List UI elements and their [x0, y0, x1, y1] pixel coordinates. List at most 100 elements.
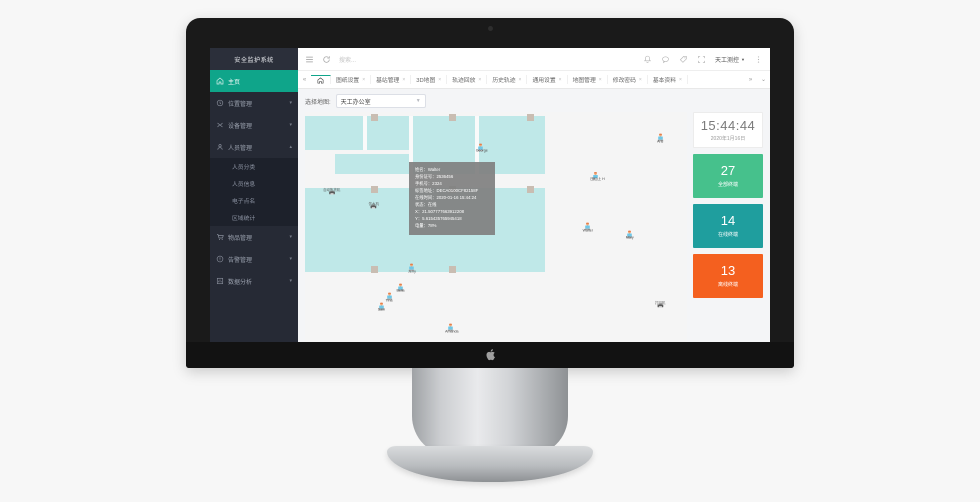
sidebar-item-7[interactable]: 数据分析 ▾ — [210, 270, 298, 292]
brand-title: 安全监护系统 — [210, 48, 298, 70]
close-icon[interactable]: × — [478, 77, 481, 83]
map-select-dropdown[interactable]: 天工办公室 ▼ — [335, 94, 426, 108]
tag-icon[interactable] — [679, 55, 688, 64]
tooltip-row-4: 标签地址：DECA0100CF82158F — [415, 187, 479, 193]
desktop-scene: 安全监护系统 主页 位置管理 ▾ 设备管理 ▾ 人员管理 ▴ 人员分类 人员信息 电子点名 区域统计… — [0, 0, 980, 502]
sidebar-subitem-1[interactable]: 人员分类 — [210, 158, 298, 175]
person-marker[interactable]: Mary — [625, 226, 635, 239]
close-icon[interactable]: × — [639, 77, 642, 83]
chevron-down-icon: ▼ — [415, 98, 421, 104]
stat-card-1[interactable]: 27 全部终端 — [693, 154, 763, 198]
map-room — [367, 116, 409, 150]
close-icon[interactable]: × — [559, 77, 562, 83]
sidebar-subitem-4[interactable]: 区域统计 — [210, 209, 298, 226]
sidebar-item-2[interactable]: 位置管理 ▾ — [210, 92, 298, 114]
stat-cards: 27 全部终端 14 在线终端 13 离线终端 — [693, 154, 763, 298]
device-marker[interactable]: 自动售货机 — [323, 182, 341, 195]
top-toolbar: 搜索... 天工测控 ▼ — [298, 48, 770, 71]
stat-label: 全部终端 — [717, 182, 738, 188]
sidebar-item-label: 位置管理 — [228, 101, 253, 108]
bell-icon[interactable] — [643, 55, 652, 64]
cart-icon — [217, 234, 224, 241]
main-area: 搜索... 天工测控 ▼ « 图纸设置 × 基站管理 × 3D地图 × 轨迹回放… — [298, 48, 770, 358]
sidebar-item-4[interactable]: 人员管理 ▴ — [210, 136, 298, 158]
more-vertical-icon[interactable] — [754, 55, 763, 64]
hamburger-icon[interactable] — [305, 55, 314, 64]
monitor-screen: 安全监护系统 主页 位置管理 ▾ 设备管理 ▾ 人员管理 ▴ 人员分类 人员信息 电子点名 区域统计… — [210, 48, 770, 358]
person-marker[interactable]: 田仁上 H — [590, 167, 605, 182]
double-right-icon[interactable]: » — [744, 77, 757, 83]
tab-home[interactable] — [311, 75, 331, 84]
stat-value: 13 — [720, 263, 736, 278]
person-marker-label: Jerry — [407, 268, 416, 273]
monitor-stand-neck — [412, 368, 568, 456]
sidebar-item-label: 物品管理 — [228, 235, 253, 242]
message-icon[interactable] — [661, 55, 670, 64]
device-marker[interactable]: 打印机 — [655, 295, 666, 308]
chart-icon — [216, 277, 224, 285]
close-icon[interactable]: × — [679, 77, 682, 83]
tab-1[interactable]: 图纸设置 × — [331, 75, 372, 84]
sidebar-item-5[interactable]: 物品管理 ▾ — [210, 226, 298, 248]
device-marker-label: 饮水机 — [368, 202, 379, 207]
person-marker-label: Amanda — [445, 329, 459, 334]
sidebar-subitem-2[interactable]: 人员信息 — [210, 175, 298, 192]
sidebar-item-3[interactable]: 设备管理 ▾ — [210, 114, 298, 136]
close-icon[interactable]: × — [362, 77, 365, 83]
tab-label: 轨迹回放 — [452, 78, 476, 84]
sidebar-item-label: 数据分析 — [228, 279, 253, 286]
sidebar-item-6[interactable]: 告警管理 ▾ — [210, 248, 298, 270]
tab-8[interactable]: 修改密码 × — [608, 75, 648, 84]
person-marker[interactable]: Aris — [655, 129, 665, 143]
clock-time: 15:44:44 — [700, 118, 756, 133]
person-marker[interactable]: Amanda — [445, 320, 459, 334]
tab-4[interactable]: 轨迹回放 × — [447, 75, 488, 84]
device-marker[interactable]: 饮水机 — [368, 196, 379, 209]
person-marker-label: Bella — [396, 288, 405, 293]
map-pillar — [371, 266, 378, 273]
close-icon[interactable]: × — [519, 77, 522, 83]
person-marker[interactable]: Sam — [376, 298, 386, 312]
close-icon[interactable]: × — [599, 77, 602, 83]
tooltip-row-2: 身份证号：2536456 — [415, 173, 454, 179]
device-icon — [217, 122, 223, 128]
refresh-icon[interactable] — [322, 55, 331, 64]
user-menu[interactable]: 天工测控 ▼ — [715, 55, 745, 64]
person-marker-label: 田仁上 H — [590, 176, 605, 181]
fullscreen-icon[interactable] — [697, 55, 706, 64]
tooltip-row-8: Y：5.615435765945418 — [415, 215, 462, 221]
tab-3[interactable]: 3D地图 × — [411, 75, 448, 84]
sidebar-item-1[interactable]: 主页 — [210, 70, 298, 92]
person-marker[interactable]: Bella — [396, 279, 406, 293]
person-marker[interactable]: George — [476, 139, 488, 152]
close-icon[interactable]: × — [438, 77, 441, 83]
map-select-row: 选择地图: 天工办公室 ▼ — [305, 94, 763, 108]
stats-rail: 15:44:44 2020年1月16日 27 全部终端 14 在线终端 13 离线终端 — [693, 112, 763, 353]
device-marker-label: 自动售货机 — [323, 187, 341, 192]
chevron-down-icon[interactable]: ⌄ — [757, 76, 770, 83]
home-icon — [216, 77, 224, 85]
close-icon[interactable]: × — [402, 77, 405, 83]
stat-value: 14 — [720, 213, 736, 228]
tab-2[interactable]: 基站管理 × — [371, 75, 412, 84]
tab-7[interactable]: 地图管理 × — [568, 75, 608, 84]
tab-6[interactable]: 通用设置 × — [527, 75, 568, 84]
alert-icon — [216, 255, 224, 263]
person-marker[interactable]: Walter — [583, 219, 593, 232]
search-input[interactable]: 搜索... — [339, 55, 635, 64]
person-marker[interactable]: Jerry — [407, 259, 417, 273]
stat-card-3[interactable]: 13 离线终端 — [693, 254, 763, 298]
sidebar-item-label: 设备管理 — [228, 123, 253, 130]
tab-9[interactable]: 基本资料 × — [648, 75, 688, 84]
tab-5[interactable]: 历史轨迹 × — [487, 75, 528, 84]
stat-card-2[interactable]: 14 在线终端 — [693, 204, 763, 248]
stat-value: 27 — [720, 163, 736, 178]
double-left-icon[interactable]: « — [298, 77, 311, 83]
sidebar-subitem-3[interactable]: 电子点名 — [210, 192, 298, 209]
map-pillar — [527, 114, 534, 121]
tooltip-row-7: X：21.507777663912208 — [415, 208, 464, 214]
device-marker-label: 打印机 — [655, 300, 666, 305]
floor-map[interactable]: George 田仁上 H Walter Mary Aris Jerry Bella Tina S… — [305, 112, 687, 353]
webcam-icon — [487, 26, 493, 31]
application-window: 安全监护系统 主页 位置管理 ▾ 设备管理 ▾ 人员管理 ▴ 人员分类 人员信息 电子点名 区域统计… — [210, 48, 770, 358]
